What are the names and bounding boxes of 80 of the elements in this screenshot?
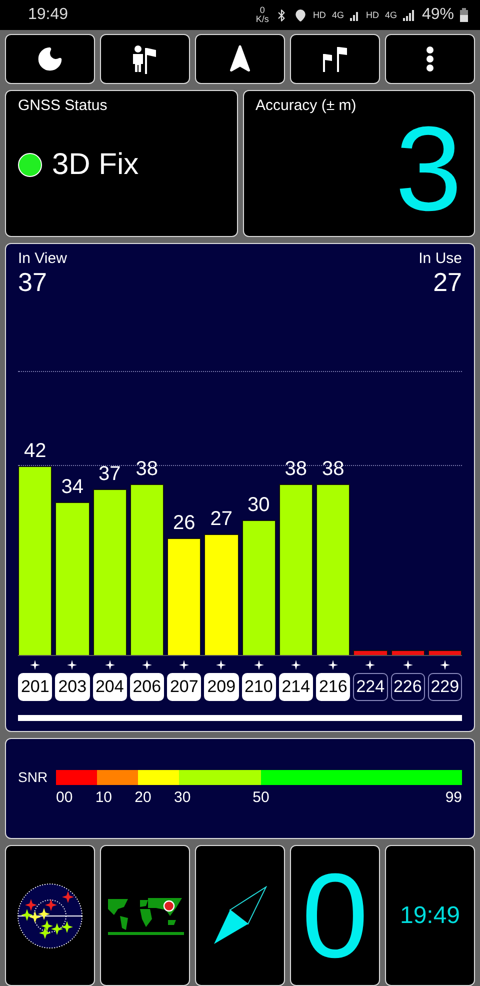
person-flag-icon: [132, 44, 158, 74]
moon-icon: [36, 45, 64, 73]
scale-tick: 50: [252, 789, 270, 806]
fix-status: 3D Fix: [52, 148, 139, 182]
network-speed: 0 K/s: [256, 6, 269, 24]
satellite-id: 214: [278, 673, 313, 701]
network-type: 4G: [384, 10, 397, 20]
scale-tick: 20: [134, 789, 152, 806]
satellite-id: 224: [353, 673, 388, 701]
arrow-button[interactable]: [195, 34, 285, 84]
satellite-marker-icon: [254, 660, 264, 670]
snr-value: 30: [248, 494, 270, 517]
signal-icon: [402, 9, 416, 21]
hd-label: HD: [366, 10, 379, 20]
satellite-id: 207: [167, 673, 202, 701]
person-flag-button[interactable]: [100, 34, 190, 84]
snr-value: 38: [136, 458, 158, 481]
clock-time: 19:49: [400, 902, 460, 930]
satellite-marker-icon: [402, 660, 413, 670]
satellite-marker-icon: [142, 660, 152, 670]
snr-value: 38: [322, 458, 344, 481]
compass-tile[interactable]: [195, 845, 285, 986]
more-button[interactable]: [385, 34, 475, 84]
signal-icon: [350, 9, 360, 21]
snr-label: SNR: [18, 769, 49, 785]
snr-bar: [353, 650, 388, 655]
snr-bar: [390, 650, 425, 655]
scale-tick: 10: [95, 789, 112, 806]
satellite-id: 210: [242, 673, 276, 701]
satellite-id: 203: [55, 673, 90, 701]
satellite-marker-icon: [290, 660, 301, 670]
compass-needle-icon: [212, 886, 268, 946]
satellite-marker-icon: [179, 660, 190, 670]
satellite-marker-icon: [67, 660, 78, 670]
battery-icon: [460, 8, 468, 22]
snr-value: 27: [210, 508, 232, 530]
in-view-count: 37: [18, 267, 47, 298]
satellite-marker-icon: [365, 660, 376, 670]
card-title: GNSS Status: [18, 97, 108, 114]
hd-label: HD: [312, 10, 326, 20]
more-icon: [426, 46, 434, 72]
in-view-label: In View: [18, 250, 67, 267]
clock-tile[interactable]: 19:49: [385, 845, 475, 986]
satellite-id: 226: [390, 673, 425, 701]
satellite-marker-icon: [104, 660, 115, 670]
satellite-marker-icon: [328, 660, 338, 670]
satellite-id: 229: [428, 673, 462, 701]
snr-value: 38: [284, 458, 307, 481]
satellite-id: 204: [92, 673, 127, 701]
satellite-marker-icon: [440, 660, 450, 670]
in-use-label: In Use: [418, 250, 462, 267]
network-type: 4G: [332, 10, 344, 20]
radar-drawing: [17, 882, 83, 948]
card-title: Accuracy (± m): [256, 97, 358, 114]
snr-value: 26: [173, 512, 196, 535]
number-tile[interactable]: 0: [290, 845, 380, 986]
satellite-id: 216: [316, 673, 350, 701]
location-icon: [294, 8, 307, 22]
battery-percent: 49%: [422, 6, 454, 24]
status-time: 19:49: [28, 6, 70, 24]
scale-tick: 00: [56, 789, 73, 806]
snr-value: 42: [24, 440, 46, 463]
satellite-id: 206: [130, 673, 164, 701]
satellite-marker-icon: [216, 660, 226, 670]
moon-button[interactable]: [5, 34, 95, 84]
snr-value: 37: [98, 462, 121, 486]
speed-value: 0: [302, 856, 368, 976]
flags-icon: [321, 44, 349, 74]
snr-bar: [428, 650, 462, 655]
radar-tile[interactable]: [5, 845, 95, 986]
flags-button[interactable]: [290, 34, 380, 84]
satellite-id: 201: [18, 673, 52, 701]
snr-value: 34: [61, 476, 84, 499]
satellite-id: 209: [204, 673, 238, 701]
satellite-marker-icon: [30, 660, 40, 670]
map-tile[interactable]: [100, 845, 190, 986]
in-use-count: 27: [433, 267, 462, 298]
scale-tick: 99: [445, 789, 462, 807]
scale-tick: 30: [174, 789, 191, 806]
accuracy-value: 3: [395, 114, 462, 224]
